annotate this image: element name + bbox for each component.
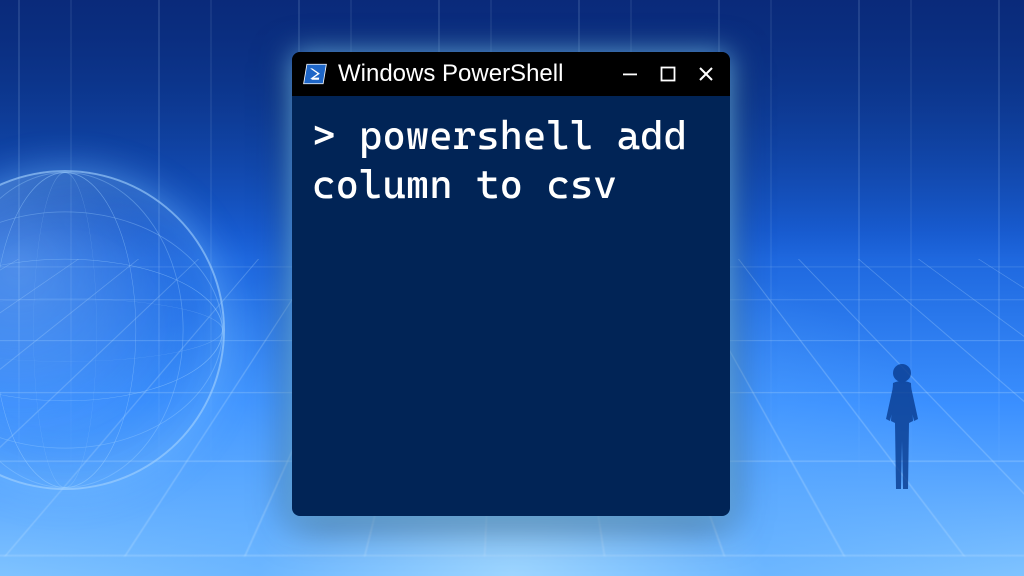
prompt-symbol: > — [312, 113, 335, 159]
maximize-button[interactable] — [654, 60, 682, 88]
powershell-window[interactable]: Windows PowerShell > powershell add colu… — [292, 52, 730, 516]
minimize-button[interactable] — [616, 60, 644, 88]
close-button[interactable] — [692, 60, 720, 88]
window-title: Windows PowerShell — [338, 60, 606, 88]
silhouette-figure — [878, 361, 924, 491]
titlebar[interactable]: Windows PowerShell — [292, 52, 730, 96]
terminal-command-text: powershell add column to csv — [312, 113, 710, 208]
powershell-icon — [302, 61, 328, 87]
terminal-body[interactable]: > powershell add column to csv — [292, 96, 730, 516]
